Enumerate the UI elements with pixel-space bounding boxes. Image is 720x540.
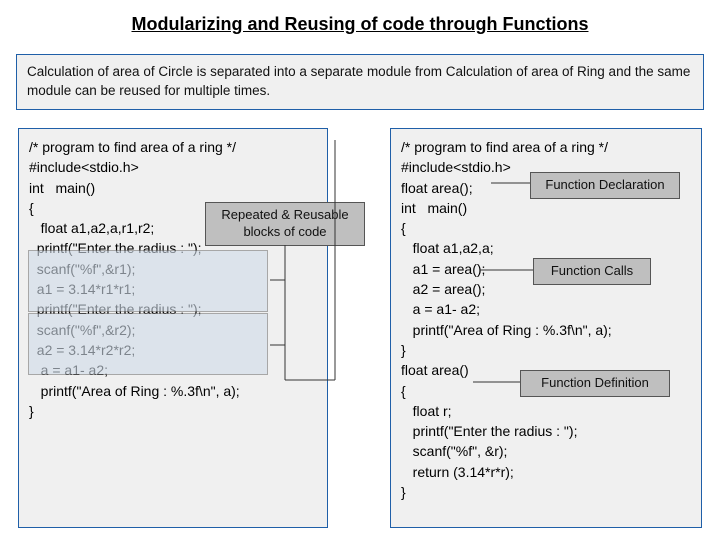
page-title: Modularizing and Reusing of code through… <box>0 0 720 35</box>
code-block-original: /* program to find area of a ring */ #in… <box>18 128 328 528</box>
label-function-declaration: Function Declaration <box>530 172 680 199</box>
intro-box: Calculation of area of Circle is separat… <box>16 54 704 110</box>
label-function-calls: Function Calls <box>533 258 651 285</box>
label-repeated-blocks: Repeated & Reusable blocks of code <box>205 202 365 246</box>
code-original-text: /* program to find area of a ring */ #in… <box>29 137 317 421</box>
label-function-definition: Function Definition <box>520 370 670 397</box>
